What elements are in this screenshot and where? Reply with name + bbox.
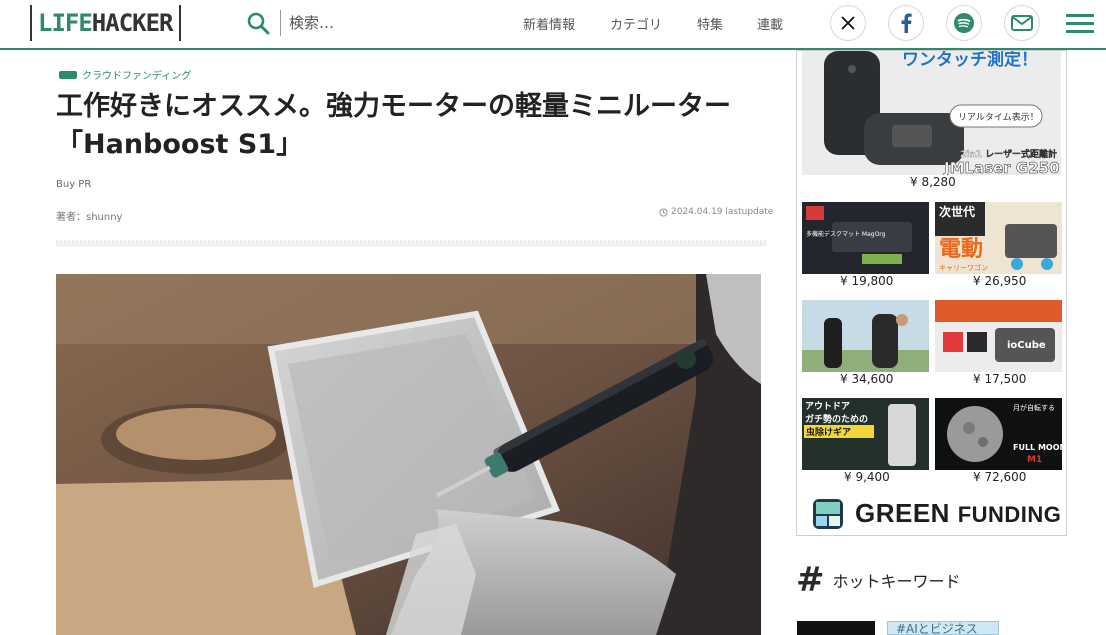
article-author[interactable]: 著者：shunny bbox=[56, 208, 122, 223]
green-funding-logo[interactable]: GREEN FUNDING bbox=[813, 498, 1061, 529]
nav-series[interactable]: 連載 bbox=[757, 14, 783, 33]
article-category[interactable]: クラウドファンディング bbox=[59, 67, 191, 82]
ad-top-caption-big: JMLaser G2501 bbox=[943, 159, 1061, 175]
hot-keyword-label: ホットキーワード bbox=[832, 572, 961, 591]
svg-text:電動: 電動 bbox=[939, 237, 983, 262]
svg-text:ガチ勢のための: ガチ勢のための bbox=[805, 413, 868, 425]
ad-top-banner[interactable]: ワンタッチ測定！ リアルタイム表示！ 2in1 レーザー式距離計 JMLaser… bbox=[802, 51, 1061, 175]
svg-text:月が自転する: 月が自転する bbox=[1013, 403, 1055, 412]
article-title: 工作好きにオススメ。強力モーターの軽量ミニルーター「Hanboost S1」 bbox=[56, 91, 731, 160]
svg-text:キャリーワゴン: キャリーワゴン bbox=[939, 263, 988, 272]
search-icon[interactable] bbox=[246, 11, 270, 35]
ad-price-4: ¥ 17,500 bbox=[973, 372, 1027, 386]
hot-keyword-thumbnail[interactable] bbox=[797, 621, 875, 635]
hot-keyword-tag[interactable]: #AIとビジネス bbox=[887, 621, 999, 635]
ad-top-headline: ワンタッチ測定！ bbox=[902, 51, 1038, 70]
ad-thumb-1-caption: 多機能デスクマット MagOrg bbox=[806, 230, 886, 238]
search-divider bbox=[280, 10, 281, 36]
article-hero-image bbox=[56, 274, 761, 635]
ad-thumb-1[interactable]: 多機能デスクマット MagOrg bbox=[802, 202, 929, 274]
x-icon[interactable] bbox=[830, 5, 866, 41]
logo-life-text: LIFE bbox=[38, 9, 93, 37]
category-label: クラウドファンディング bbox=[82, 71, 192, 82]
site-header: LIFEHACKER 新着情報 カテゴリ 特集 連載 bbox=[0, 0, 1106, 50]
hot-keyword-heading: # ホットキーワード bbox=[796, 563, 961, 597]
svg-text:FULL MOON: FULL MOON bbox=[1013, 443, 1062, 452]
ad-thumb-3[interactable] bbox=[802, 300, 929, 372]
ad-price-5: ¥ 9,400 bbox=[844, 470, 890, 484]
ad-thumb-2[interactable]: 次世代 電動 キャリーワゴン bbox=[935, 202, 1062, 274]
clock-icon bbox=[659, 207, 668, 217]
green-funding-text: GREEN bbox=[855, 498, 950, 528]
ad-price-6: ¥ 72,600 bbox=[973, 470, 1027, 484]
ad-top-bubble: リアルタイム表示！ bbox=[958, 111, 1039, 123]
search-input[interactable] bbox=[289, 10, 489, 36]
logo-hacker-text: HACKER bbox=[91, 9, 174, 37]
nav-feature[interactable]: 特集 bbox=[697, 14, 723, 33]
svg-text:ioCube: ioCube bbox=[1007, 340, 1046, 351]
nav-category[interactable]: カテゴリ bbox=[610, 14, 662, 33]
nav-new[interactable]: 新着情報 bbox=[523, 14, 575, 33]
spotify-icon[interactable] bbox=[946, 5, 982, 41]
svg-text:次世代: 次世代 bbox=[939, 204, 975, 219]
sidebar-ad[interactable]: ワンタッチ測定！ リアルタイム表示！ 2in1 レーザー式距離計 JMLaser… bbox=[796, 50, 1067, 536]
ad-thumb-5[interactable]: アウトドア ガチ勢のための 虫除けギア bbox=[802, 398, 929, 470]
hash-icon: # bbox=[796, 560, 825, 600]
article-divider bbox=[56, 240, 766, 246]
funding-text: FUNDING bbox=[957, 502, 1062, 527]
buy-pr-label: Buy PR bbox=[56, 179, 92, 190]
mail-icon[interactable] bbox=[1004, 5, 1040, 41]
ad-price-3: ¥ 34,600 bbox=[840, 372, 894, 386]
menu-icon[interactable] bbox=[1066, 14, 1094, 34]
ad-top-price: ¥ 8,280 bbox=[910, 175, 956, 189]
green-funding-icon bbox=[813, 498, 843, 529]
ad-thumb-4[interactable]: ioCube bbox=[935, 300, 1062, 372]
article-date: 2024.04.19 lastupdate bbox=[659, 207, 773, 217]
ad-price-2: ¥ 26,950 bbox=[973, 274, 1027, 288]
category-tag-icon bbox=[59, 70, 77, 79]
svg-text:虫除けギア: 虫除けギア bbox=[806, 426, 851, 438]
site-logo[interactable]: LIFE HACKER bbox=[30, 5, 181, 41]
article-date-text: 2024.04.19 lastupdate bbox=[671, 207, 774, 217]
ad-thumb-6[interactable]: 月が自転する FULL MOON M1 bbox=[935, 398, 1062, 470]
facebook-icon[interactable] bbox=[888, 5, 924, 41]
svg-text:M1: M1 bbox=[1027, 455, 1042, 465]
ad-price-1: ¥ 19,800 bbox=[840, 274, 894, 288]
svg-text:アウトドア: アウトドア bbox=[805, 401, 850, 412]
